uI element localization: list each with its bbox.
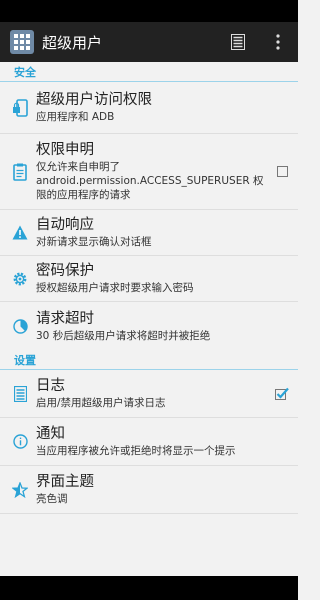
clipboard-icon <box>0 163 36 181</box>
status-bar <box>0 0 298 22</box>
log-list-button[interactable] <box>218 22 258 62</box>
list-icon <box>231 34 245 50</box>
grid-app-icon[interactable] <box>8 28 36 56</box>
checkbox-unchecked-icon <box>276 166 288 177</box>
pref-summary: 启用/禁用超级用户请求日志 <box>36 397 166 409</box>
pref-title: 权限申明 <box>36 142 94 158</box>
overflow-menu-icon <box>276 34 280 50</box>
pref-title: 密码保护 <box>36 263 94 279</box>
checkbox-checked-icon <box>275 387 289 400</box>
pref-auto-response[interactable]: 自动响应 对新请求显示确认对话框 <box>0 210 298 256</box>
pref-title: 自动响应 <box>36 217 94 233</box>
pref-superuser-access[interactable]: 超级用户访问权限 应用程序和 ADB <box>0 82 298 134</box>
pref-summary: 30 秒后超级用户请求将超时并被拒绝 <box>36 329 211 342</box>
info-icon <box>0 434 36 449</box>
gear-icon <box>0 271 36 287</box>
lock-phone-icon <box>0 98 36 117</box>
navigation-bar <box>0 576 298 600</box>
timer-icon <box>0 318 36 334</box>
list-icon <box>0 385 36 402</box>
preferences-list: 安全 超级用户访问权限 应用程序和 ADB 权限申明 仅允许来自申明了 andr… <box>0 62 298 576</box>
overflow-menu-button[interactable] <box>258 22 298 62</box>
declared-permission-checkbox[interactable] <box>266 166 298 177</box>
star-icon <box>0 481 36 498</box>
logging-checkbox[interactable] <box>266 387 298 400</box>
section-header-settings: 设置 <box>0 350 298 370</box>
pref-summary: 当应用程序被允许或拒绝时将显示一个提示 <box>36 445 236 457</box>
pref-logging[interactable]: 日志 启用/禁用超级用户请求日志 <box>0 370 298 418</box>
action-bar: 超级用户 <box>0 22 298 62</box>
app-title: 超级用户 <box>42 33 103 52</box>
pref-summary: 仅允许来自申明了 android.permission.ACCESS_SUPER… <box>36 161 264 201</box>
pref-request-timeout[interactable]: 请求超时 30 秒后超级用户请求将超时并被拒绝 <box>0 302 298 350</box>
pref-title: 界面主题 <box>36 474 94 490</box>
pref-title: 超级用户访问权限 <box>36 92 152 108</box>
section-header-security: 安全 <box>0 62 298 82</box>
pref-pin-protection[interactable]: 密码保护 授权超级用户请求时要求输入密码 <box>0 256 298 302</box>
pref-summary: 应用程序和 ADB <box>36 111 115 123</box>
pref-theme[interactable]: 界面主题 亮色调 <box>0 466 298 514</box>
pref-title: 日志 <box>36 378 65 394</box>
warning-icon <box>0 225 36 240</box>
pref-notifications[interactable]: 通知 当应用程序被允许或拒绝时将显示一个提示 <box>0 418 298 466</box>
pref-summary: 亮色调 <box>36 493 68 505</box>
pref-title: 请求超时 <box>36 310 94 327</box>
pref-declared-permission[interactable]: 权限申明 仅允许来自申明了 android.permission.ACCESS_… <box>0 134 298 210</box>
pref-title: 通知 <box>36 426 65 442</box>
pref-summary: 授权超级用户请求时要求输入密码 <box>36 282 194 294</box>
pref-summary: 对新请求显示确认对话框 <box>36 236 152 248</box>
